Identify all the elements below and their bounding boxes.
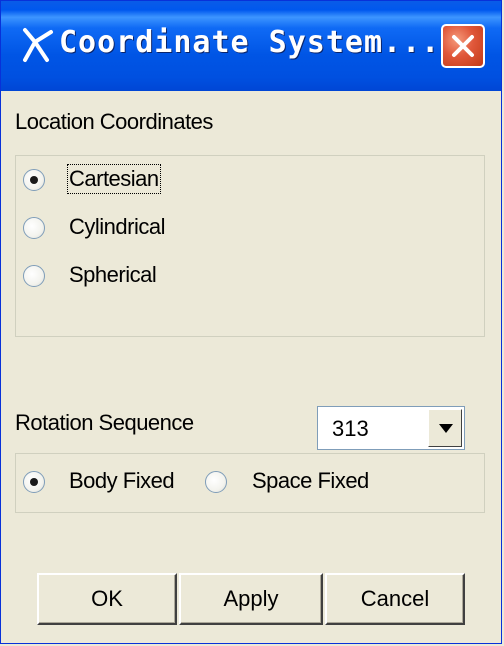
radio-cartesian[interactable] [23, 169, 45, 191]
rotation-sequence-select[interactable]: 313 [317, 406, 465, 450]
radio-body-fixed-label[interactable]: Body Fixed [69, 468, 175, 494]
radio-space-fixed-label[interactable]: Space Fixed [252, 468, 369, 494]
cancel-button[interactable]: Cancel [325, 573, 465, 625]
radio-space-fixed[interactable] [205, 471, 227, 493]
dropdown-button[interactable] [428, 409, 462, 447]
ok-button[interactable]: OK [37, 573, 177, 625]
rotation-sequence-label: Rotation Sequence [15, 410, 194, 435]
apply-button[interactable]: Apply [179, 573, 323, 625]
radio-cartesian-label[interactable]: Cartesian [67, 164, 161, 194]
radio-cylindrical-label[interactable]: Cylindrical [69, 214, 165, 240]
radio-spherical[interactable] [23, 265, 45, 287]
title-bar[interactable]: Coordinate System... [1, 1, 501, 91]
compass-icon [23, 28, 53, 62]
location-coordinates-label: Location Coordinates [15, 109, 213, 134]
window-title: Coordinate System... [59, 25, 441, 60]
radio-spherical-label[interactable]: Spherical [69, 262, 157, 288]
radio-cylindrical[interactable] [23, 217, 45, 239]
rotation-sequence-value: 313 [332, 416, 369, 441]
radio-body-fixed[interactable] [23, 471, 45, 493]
close-icon [452, 35, 474, 57]
close-button[interactable] [441, 24, 485, 68]
dialog-window: Coordinate System... Location Coordinate… [0, 0, 502, 644]
chevron-down-icon [439, 424, 453, 433]
